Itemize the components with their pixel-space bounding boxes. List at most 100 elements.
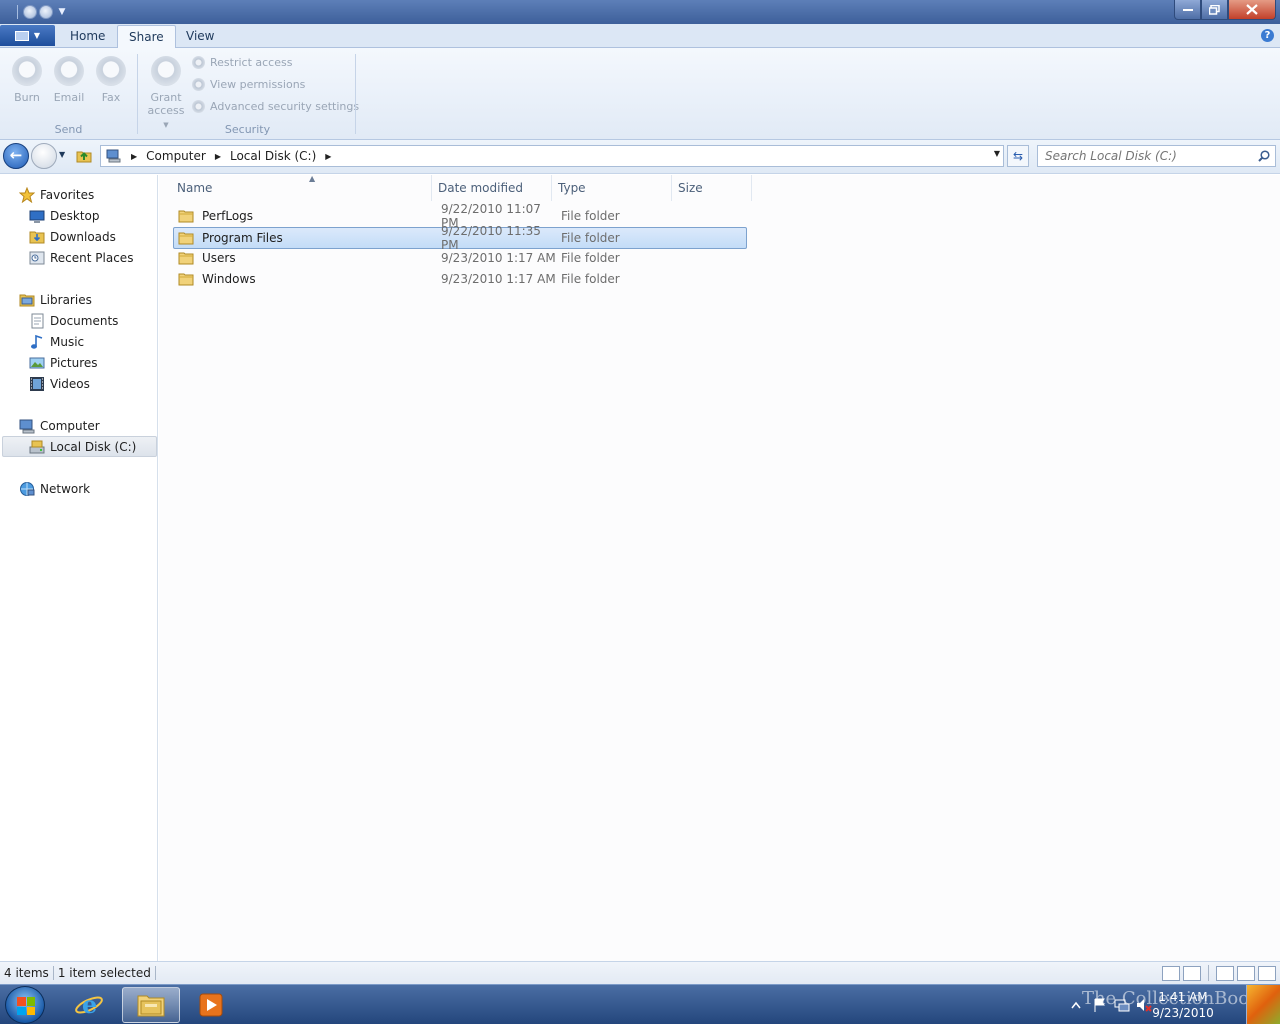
network-icon <box>20 481 35 496</box>
nav-libraries[interactable]: Libraries <box>19 289 92 310</box>
maximize-button[interactable] <box>1201 0 1228 20</box>
file-name: Windows <box>202 271 256 286</box>
file-type: File folder <box>561 208 620 223</box>
qat-new-folder-icon[interactable] <box>39 4 53 19</box>
nav-downloads-label: Downloads <box>50 229 116 244</box>
email-button[interactable]: Email <box>49 55 89 104</box>
details-pane-toggle-icon[interactable] <box>1237 965 1255 981</box>
nav-downloads[interactable]: Downloads <box>29 226 116 247</box>
file-name: PerfLogs <box>202 208 254 223</box>
forward-button[interactable] <box>31 143 57 169</box>
column-header-date-modified[interactable]: Date modified <box>432 175 552 201</box>
nav-network[interactable]: Network <box>19 478 90 499</box>
tab-home[interactable]: Home <box>59 25 116 48</box>
preview-pane-toggle-icon[interactable] <box>1258 965 1276 981</box>
table-row[interactable]: Users 9/23/2010 1:17 AM File folder <box>174 248 748 267</box>
show-desktop-button[interactable] <box>1246 985 1280 1024</box>
breadcrumb-local-disk[interactable]: Local Disk (C:) ▶ <box>230 149 340 163</box>
recent-locations-dropdown-icon[interactable]: ▼ <box>59 150 65 159</box>
breadcrumb-local-disk-label: Local Disk (C:) <box>229 149 317 163</box>
breadcrumb-computer[interactable]: Computer ▶ <box>146 149 230 163</box>
show-hidden-icons-icon[interactable] <box>1068 997 1084 1013</box>
burn-label: Burn <box>14 91 40 104</box>
search-icon[interactable] <box>1258 150 1270 162</box>
libraries-icon <box>19 294 35 306</box>
email-icon <box>54 56 84 86</box>
column-header-type-label: Type <box>558 181 586 195</box>
restrict-access-label: Restrict access <box>210 55 293 69</box>
view-permissions-icon <box>192 77 205 91</box>
minimize-button[interactable] <box>1174 0 1201 20</box>
network-status-icon[interactable] <box>1114 997 1130 1013</box>
column-header-type[interactable]: Type <box>552 175 672 201</box>
breadcrumb-separator[interactable]: ▶ <box>128 152 146 161</box>
downloads-folder-icon <box>29 231 45 243</box>
fax-icon <box>96 56 126 86</box>
column-header-name[interactable]: ▲ Name <box>171 174 432 201</box>
nav-computer[interactable]: Computer <box>19 415 100 436</box>
details-view-icon[interactable] <box>1162 965 1180 981</box>
tab-view[interactable]: View <box>175 25 225 48</box>
navigation-pane-toggle-icon[interactable] <box>1216 965 1234 981</box>
grant-access-button[interactable]: Grant access ▼ <box>145 55 187 132</box>
nav-documents[interactable]: Documents <box>29 310 118 331</box>
tab-share[interactable]: Share <box>117 25 176 49</box>
grant-access-icon <box>151 56 181 86</box>
back-button[interactable]: ← <box>3 143 29 169</box>
close-button[interactable] <box>1228 0 1276 20</box>
help-icon[interactable]: ? <box>1261 29 1274 42</box>
action-center-flag-icon[interactable] <box>1092 997 1108 1013</box>
column-header-size[interactable]: Size <box>672 175 752 201</box>
folder-icon <box>178 232 194 245</box>
nav-music[interactable]: Music <box>29 331 84 352</box>
system-clock[interactable]: 1:41 AM 9/23/2010 <box>1148 989 1218 1021</box>
refresh-button[interactable]: ⇆ <box>1007 145 1029 167</box>
recent-places-icon <box>29 251 45 264</box>
fax-button[interactable]: Fax <box>91 55 131 104</box>
nav-pictures[interactable]: Pictures <box>29 352 98 373</box>
address-dropdown-icon[interactable]: ▼ <box>994 149 1000 158</box>
nav-music-label: Music <box>50 334 85 349</box>
ribbon-panel: Burn Email Fax Send Grant access ▼ Restr… <box>0 48 1280 140</box>
nav-desktop[interactable]: Desktop <box>29 205 100 226</box>
navigation-bar: ← ▼ ▶ Computer ▶ Local Disk (C:) ▶ ▼ ⇆ <box>0 140 1280 174</box>
restrict-access-button[interactable]: Restrict access <box>192 53 292 71</box>
taskbar-internet-explorer[interactable]: e <box>60 987 118 1023</box>
file-type: File folder <box>561 250 620 265</box>
nav-libraries-label: Libraries <box>40 292 92 307</box>
advanced-security-label: Advanced security settings <box>210 99 360 113</box>
documents-icon <box>31 313 44 328</box>
title-bar: ▼ <box>0 0 1280 24</box>
address-bar[interactable]: ▶ Computer ▶ Local Disk (C:) ▶ ▼ <box>100 145 1004 167</box>
taskbar-windows-explorer[interactable] <box>122 987 180 1023</box>
up-folder-icon[interactable] <box>76 147 92 163</box>
search-input[interactable] <box>1038 146 1248 166</box>
nav-local-disk[interactable]: Local Disk (C:) <box>2 436 157 457</box>
taskbar-media-player[interactable] <box>182 987 240 1023</box>
grant-access-label-line2: access <box>147 104 185 117</box>
search-box[interactable] <box>1037 145 1276 167</box>
table-row[interactable]: PerfLogs 9/22/2010 11:07 PM File folder <box>174 202 748 230</box>
qat-customize-dropdown-icon[interactable]: ▼ <box>55 5 69 19</box>
view-permissions-button[interactable]: View permissions <box>192 75 305 93</box>
windows-explorer-icon <box>137 995 165 1017</box>
ribbon-tab-row: ▼ Home Share View ? <box>0 24 1280 49</box>
nav-recent-places-label: Recent Places <box>50 250 134 265</box>
app-menu-button[interactable]: ▼ <box>0 25 55 46</box>
large-icons-view-icon[interactable] <box>1183 965 1201 981</box>
nav-recent-places[interactable]: Recent Places <box>29 247 133 268</box>
burn-button[interactable]: Burn <box>7 55 47 104</box>
table-row[interactable]: Windows 9/23/2010 1:17 AM File folder <box>174 269 748 288</box>
media-player-icon <box>199 993 223 1017</box>
start-button[interactable] <box>5 986 45 1024</box>
file-type: File folder <box>561 231 620 245</box>
nav-favorites[interactable]: Favorites <box>19 184 94 205</box>
qat-properties-icon[interactable] <box>23 4 37 19</box>
advanced-security-button[interactable]: Advanced security settings <box>192 97 359 115</box>
nav-videos[interactable]: Videos <box>29 373 90 394</box>
table-row[interactable]: Program Files 9/22/2010 11:35 PM File fo… <box>173 224 747 252</box>
folder-icon <box>178 273 194 285</box>
window-controls <box>1174 0 1276 20</box>
navigation-pane: Favorites Desktop Downloads Recent Place… <box>0 175 158 961</box>
sort-ascending-icon: ▲ <box>309 174 316 183</box>
